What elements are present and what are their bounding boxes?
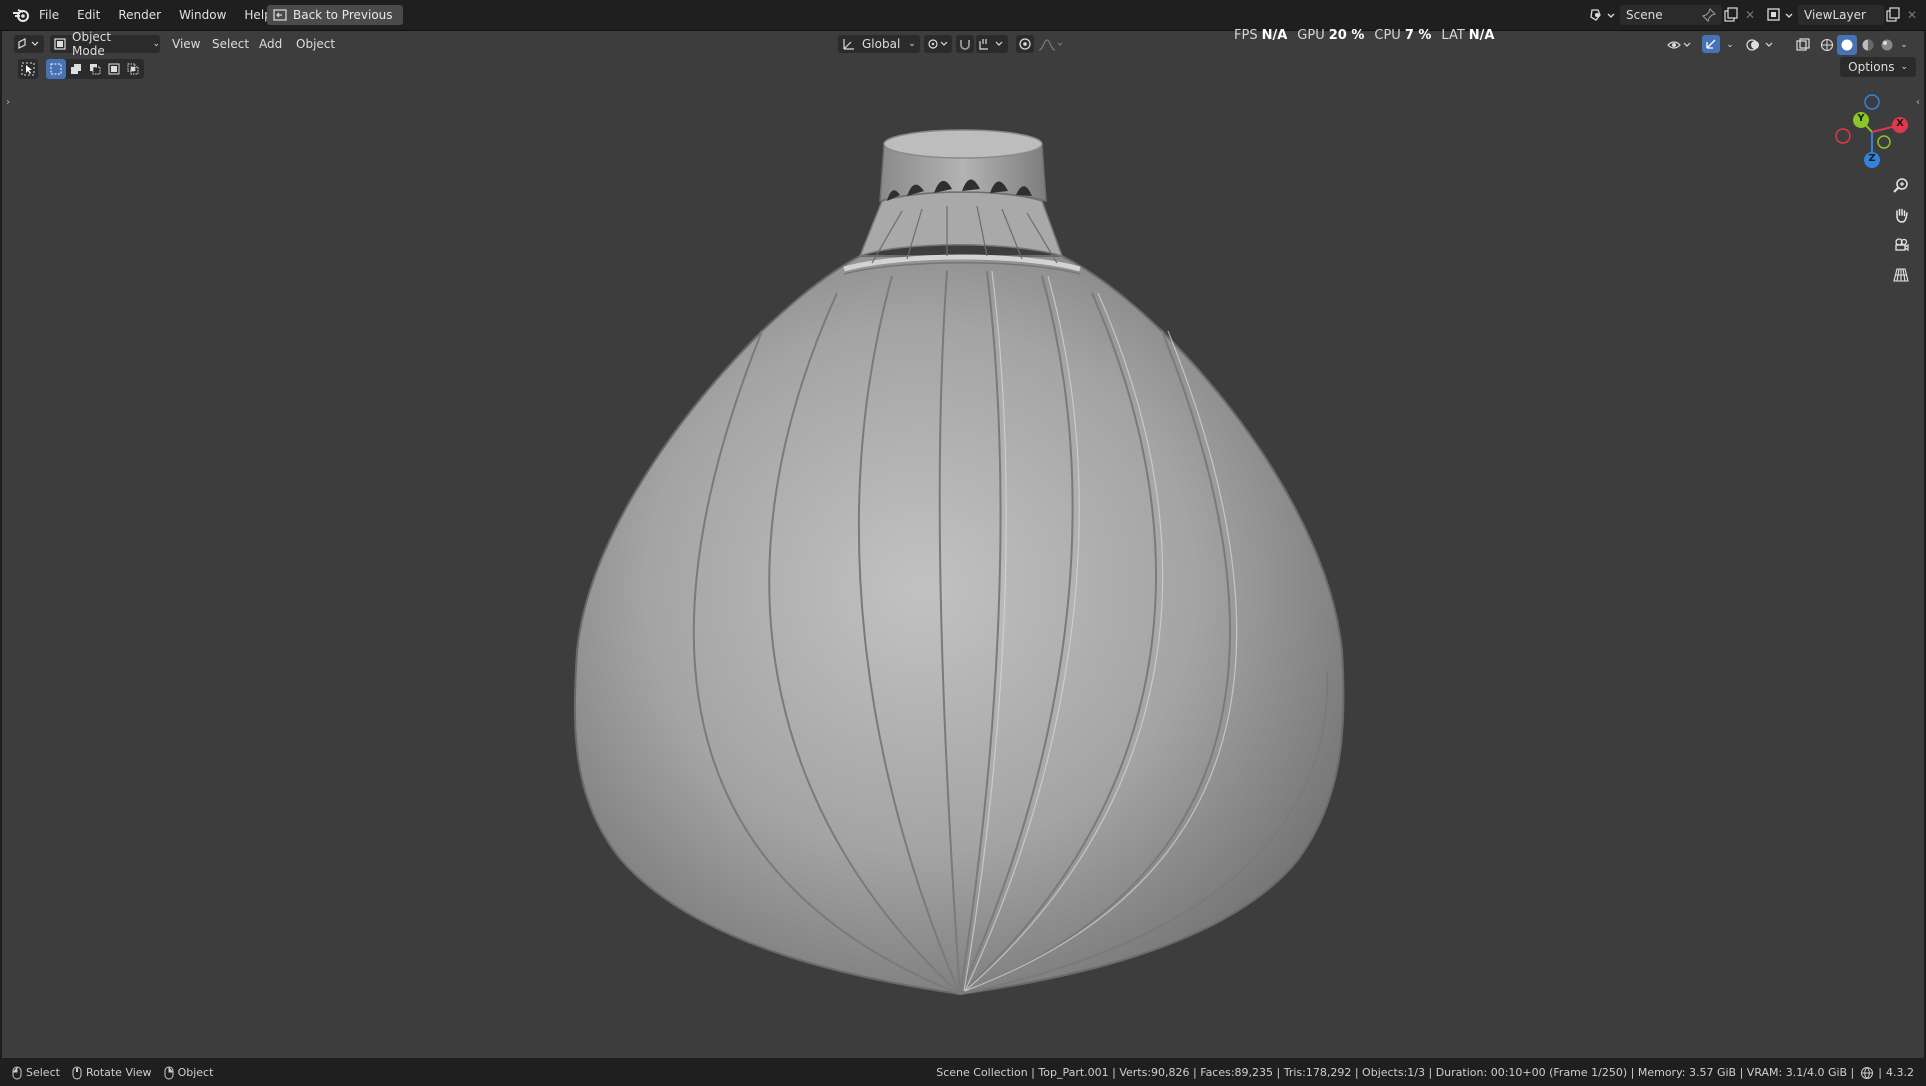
chevron-down-icon: ⌄: [1900, 62, 1908, 72]
status-bar: Select Rotate View Object Scene Collecti…: [0, 1059, 1926, 1086]
object-visibility-icon[interactable]: [1666, 37, 1694, 53]
back-to-previous-button[interactable]: Back to Previous: [267, 5, 403, 25]
object-mode-label: Object Mode: [72, 30, 112, 58]
back-to-previous-label: Back to Previous: [293, 8, 393, 22]
menu-object[interactable]: Object: [296, 35, 335, 53]
menu-edit[interactable]: Edit: [68, 8, 109, 22]
hint-select: Select: [26, 1066, 60, 1079]
top-bar: File Edit Render Window Help Back to Pre…: [0, 0, 1926, 31]
lat-label: LAT: [1441, 27, 1465, 43]
snap-toggle-icon[interactable]: [956, 35, 974, 53]
editor-type-icon[interactable]: [14, 35, 44, 53]
menu-render[interactable]: Render: [109, 8, 170, 22]
object-mode-dropdown[interactable]: Object Mode ⌄: [50, 30, 160, 58]
perspective-toggle-button[interactable]: [1888, 262, 1914, 288]
object-mode-icon: [54, 38, 66, 50]
select-invert-icon[interactable]: [104, 59, 123, 79]
toolbar-toggle-icon[interactable]: ›: [4, 96, 12, 108]
camera-view-button[interactable]: [1888, 232, 1914, 258]
menu-file[interactable]: File: [30, 8, 68, 22]
lat-value: N/A: [1468, 27, 1495, 43]
lamp-shade-mesh[interactable]: [573, 129, 1345, 996]
chevron-down-icon: ⌄: [908, 39, 916, 49]
pin-icon[interactable]: [1702, 8, 1716, 22]
orientation-label: Global: [862, 37, 901, 51]
menu-view[interactable]: View: [172, 35, 200, 53]
mouse-middle-icon: [72, 1066, 82, 1080]
hint-object: Object: [177, 1066, 214, 1079]
sidebar-toggle-icon[interactable]: ‹: [1914, 96, 1922, 108]
proportional-editing-icon[interactable]: [1016, 35, 1034, 53]
scene-icon[interactable]: [1588, 7, 1618, 23]
menu-add[interactable]: Add: [259, 35, 282, 53]
performance-stats: FPS N/A GPU 20 % CPU 7 % LAT N/A: [1234, 22, 1495, 48]
gizmo-y-label: Y: [1857, 113, 1865, 124]
mouse-right-icon: [164, 1066, 174, 1080]
options-dropdown[interactable]: Options ⌄: [1840, 57, 1916, 77]
select-subtract-icon[interactable]: [85, 59, 104, 79]
delete-view-layer-icon[interactable]: ✕: [1904, 7, 1920, 23]
cpu-label: CPU: [1374, 27, 1401, 43]
wireframe-shading-icon[interactable]: [1818, 36, 1836, 54]
scene-name-field[interactable]: Scene: [1620, 5, 1722, 25]
zoom-view-button[interactable]: [1888, 172, 1914, 198]
snap-target-icon[interactable]: [976, 35, 1008, 53]
separator: |: [1878, 1066, 1882, 1079]
mouse-left-icon: [12, 1066, 22, 1080]
network-globe-icon[interactable]: [1860, 1066, 1874, 1080]
scene-name: Scene: [1626, 8, 1663, 22]
navigation-gizmo[interactable]: Y X Z: [1832, 92, 1912, 172]
grid-perspective-icon: [1893, 267, 1909, 283]
transform-orientation-dropdown[interactable]: Global ⌄: [838, 35, 920, 53]
hint-rotate-view: Rotate View: [85, 1066, 152, 1079]
camera-icon: [1893, 237, 1909, 253]
cpu-value: 7 %: [1404, 27, 1432, 43]
options-label: Options: [1848, 60, 1895, 74]
select-intersect-icon[interactable]: [123, 59, 142, 79]
menu-window[interactable]: Window: [170, 8, 235, 22]
view-layer-icon[interactable]: [1766, 7, 1796, 23]
select-new-icon[interactable]: [46, 59, 66, 79]
chevron-down-icon: ⌄: [152, 39, 160, 49]
menu-select[interactable]: Select: [212, 35, 249, 53]
new-scene-icon[interactable]: [1722, 7, 1740, 23]
gizmo-toggle-icon[interactable]: [1702, 35, 1720, 53]
select-box-tool-icon[interactable]: [18, 59, 38, 79]
fps-value: N/A: [1261, 27, 1288, 43]
view-layer-name: ViewLayer: [1804, 8, 1866, 22]
fps-label: FPS: [1234, 27, 1258, 43]
pan-view-button[interactable]: [1888, 202, 1914, 228]
new-view-layer-icon[interactable]: [1884, 7, 1902, 23]
gpu-label: GPU: [1297, 27, 1325, 43]
xray-toggle-icon[interactable]: [1794, 36, 1812, 54]
gpu-value: 20 %: [1328, 27, 1365, 43]
back-screen-icon: [273, 9, 287, 21]
material-shading-icon[interactable]: [1859, 36, 1877, 54]
blender-version: 4.3.2: [1886, 1066, 1914, 1079]
viewport-header: Object Mode ⌄ View Select Add Object Glo…: [0, 30, 1926, 58]
blender-logo-icon[interactable]: [12, 7, 30, 23]
overlays-icon[interactable]: [1746, 36, 1776, 54]
scene-statistics: Scene Collection | Top_Part.001 | Verts:…: [936, 1066, 1855, 1079]
hand-icon: [1893, 207, 1909, 223]
zoom-magnifier-icon: [1893, 177, 1909, 193]
orientation-axes-icon: [842, 37, 856, 51]
selection-mode-group: [46, 59, 144, 79]
view-layer-field[interactable]: ViewLayer: [1798, 5, 1884, 25]
delete-scene-icon[interactable]: ✕: [1742, 7, 1758, 23]
viewport-canvas: [573, 129, 1345, 996]
solid-shading-icon[interactable]: [1837, 35, 1857, 55]
gizmo-x-label: X: [1896, 118, 1904, 129]
pivot-point-icon[interactable]: [924, 35, 952, 53]
falloff-curve-icon[interactable]: [1036, 37, 1066, 53]
select-extend-icon[interactable]: [66, 59, 85, 79]
gizmo-z-label: Z: [1868, 153, 1876, 164]
rendered-shading-icon[interactable]: [1878, 36, 1896, 54]
chevron-down-icon[interactable]: ⌄: [1724, 37, 1736, 53]
chevron-down-icon[interactable]: ⌄: [1898, 37, 1910, 53]
3d-viewport[interactable]: [2, 31, 1924, 1058]
